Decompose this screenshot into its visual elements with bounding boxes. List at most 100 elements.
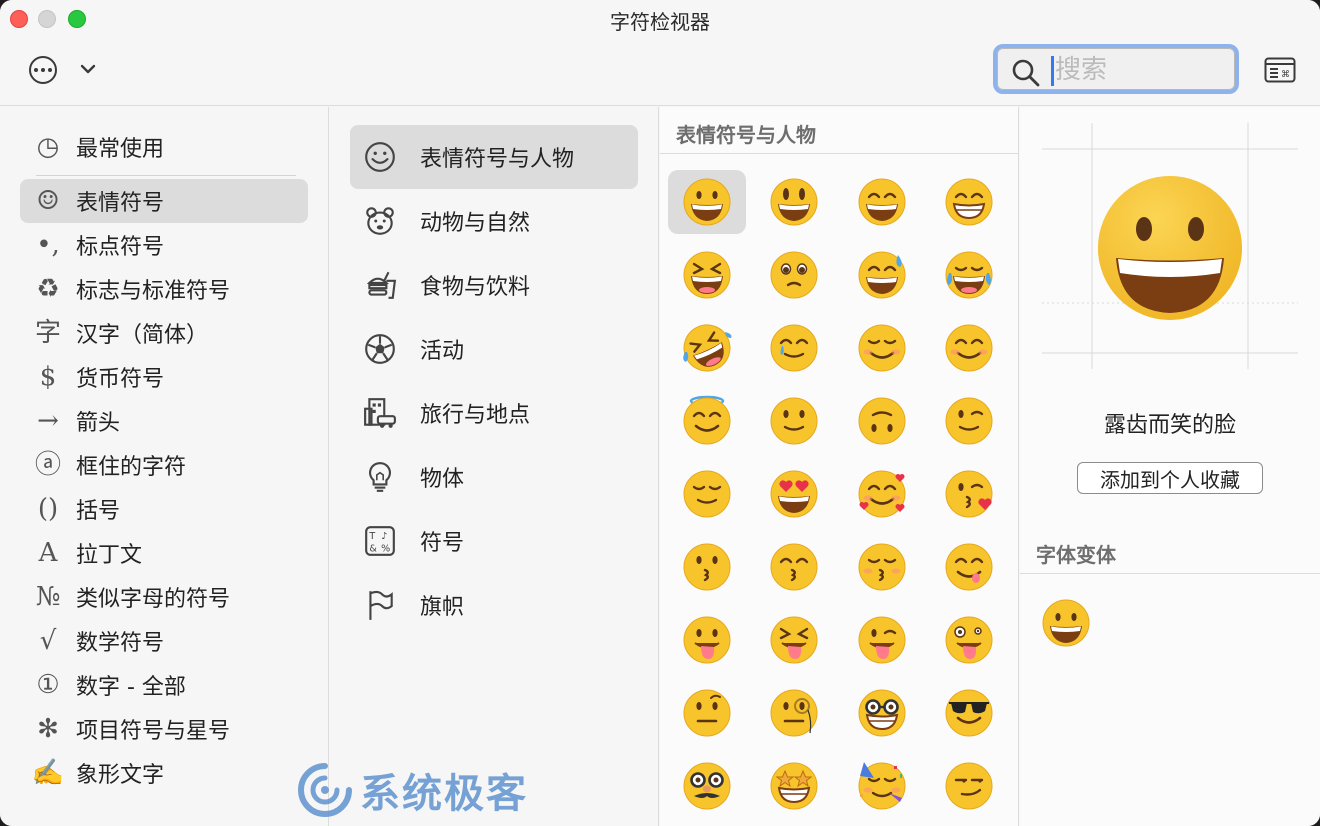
sidebar-item-label: 数学符号 xyxy=(76,631,165,656)
asterisk-icon: ✻ xyxy=(37,714,59,744)
tears-of-joy-face-icon[interactable] xyxy=(930,243,1008,307)
grinning-face-icon[interactable] xyxy=(668,170,746,234)
burger-drink-icon xyxy=(350,268,410,302)
sidebar-item-clock[interactable]: ◷ 最常使用 xyxy=(20,125,308,169)
numero-icon: № xyxy=(35,582,61,612)
building-car-icon xyxy=(350,396,410,430)
sidebar-item-arrow[interactable]: → 箭头 xyxy=(20,399,308,443)
search-icon xyxy=(1012,59,1040,87)
window-title: 字符检视器 xyxy=(610,10,710,34)
slightly-smiling-face-icon[interactable] xyxy=(755,389,833,453)
sidebar-item-recycle[interactable]: ♻ 标志与标准符号 xyxy=(20,267,308,311)
sidebar-item-label: 拉丁文 xyxy=(76,543,143,568)
subcategory-building-car[interactable]: 旅行与地点 xyxy=(350,381,638,445)
smiling-face-smiling-eyes-icon[interactable] xyxy=(930,316,1008,380)
subcategory-soccer-ball[interactable]: 活动 xyxy=(350,317,638,381)
sidebar-item-label: 数字 - 全部 xyxy=(76,675,186,700)
sidebar-item-sqrt[interactable]: √ 数学符号 xyxy=(20,619,308,663)
latin-a-icon: A xyxy=(38,538,58,568)
face-monocle-icon[interactable] xyxy=(755,681,833,745)
recycle-icon: ♻ xyxy=(36,274,60,304)
svg-text:T: T xyxy=(368,531,375,542)
sidebar-item-circled-a[interactable]: ⓐ 框住的字符 xyxy=(20,443,308,487)
kissing-face-icon[interactable] xyxy=(668,535,746,599)
sidebar-item-smiley[interactable]: ☺ 表情符号 xyxy=(20,179,308,223)
add-to-favorites-button[interactable]: 添加到个人收藏 xyxy=(1077,462,1263,494)
face-blowing-kiss-icon[interactable] xyxy=(930,462,1008,526)
subcategory-label: 食物与饮料 xyxy=(420,275,531,300)
winking-face-tongue-icon[interactable] xyxy=(843,608,921,672)
smiling-face-tear-icon[interactable] xyxy=(755,316,833,380)
subcategory-symbols[interactable]: T ♪ &% 符号 xyxy=(350,509,638,573)
smirking-face-icon[interactable] xyxy=(930,754,1008,818)
rolling-laughing-face-icon[interactable] xyxy=(668,316,746,380)
relieved-face-icon[interactable] xyxy=(668,462,746,526)
search-field[interactable] xyxy=(993,44,1239,94)
grinning-face-big-eyes-icon[interactable] xyxy=(755,170,833,234)
sidebar-item-label: 货币符号 xyxy=(76,367,165,392)
zany-face-icon[interactable] xyxy=(930,608,1008,672)
face-with-tongue-icon[interactable] xyxy=(668,608,746,672)
subcategory-label: 动物与自然 xyxy=(420,211,531,236)
face-holding-back-tears-icon[interactable] xyxy=(755,243,833,307)
search-input[interactable] xyxy=(1055,52,1225,88)
pictograph-icon: ✍ xyxy=(31,758,65,788)
subcategory-smiley-face[interactable]: 表情符号与人物 xyxy=(350,125,638,189)
lightbulb-icon xyxy=(350,460,410,494)
watermark-text: 系统极客 xyxy=(360,771,528,817)
sidebar-item-asterisk[interactable]: ✻ 项目符号与星号 xyxy=(20,707,308,751)
chevron-down-icon[interactable] xyxy=(78,58,98,80)
partying-face-icon[interactable] xyxy=(843,754,921,818)
sidebar-item-label: 标志与标准符号 xyxy=(76,279,231,304)
sidebar-item-han[interactable]: 字汉字（简体） xyxy=(20,311,308,355)
grinning-face-large-icon xyxy=(1098,176,1242,320)
smiling-face-blush-icon[interactable] xyxy=(843,316,921,380)
sidebar-item-dollar[interactable]: $ 货币符号 xyxy=(20,355,308,399)
subcategory-label: 物体 xyxy=(420,467,465,492)
ellipsis-circle-icon[interactable] xyxy=(29,56,57,84)
grinning-face-variant-icon[interactable] xyxy=(1040,597,1092,649)
sidebar-item-punctuation[interactable]: •, 标点符号 xyxy=(20,223,308,267)
face-raised-eyebrow-icon[interactable] xyxy=(668,681,746,745)
grinning-face-smiling-eyes-icon[interactable] xyxy=(843,170,921,234)
subcategory-flag[interactable]: 旗帜 xyxy=(350,573,638,637)
sidebar-item-circled-one[interactable]: ① 数字 - 全部 xyxy=(20,663,308,707)
subcategory-label: 活动 xyxy=(420,339,465,364)
smiley-face-icon xyxy=(350,140,410,174)
subcategory-bear[interactable]: 动物与自然 xyxy=(350,189,638,253)
face-savoring-food-icon[interactable] xyxy=(930,535,1008,599)
subcategory-burger-drink[interactable]: 食物与饮料 xyxy=(350,253,638,317)
smiling-face-hearts-icon[interactable] xyxy=(843,462,921,526)
heart-eyes-face-icon[interactable] xyxy=(755,462,833,526)
symbols-icon: T ♪ &% xyxy=(350,524,410,558)
grinning-face-sweat-icon[interactable] xyxy=(843,243,921,307)
svg-text:%: % xyxy=(381,544,390,555)
squinting-face-tongue-icon[interactable] xyxy=(755,608,833,672)
winking-face-icon[interactable] xyxy=(930,389,1008,453)
star-struck-face-icon[interactable] xyxy=(755,754,833,818)
disguised-face-icon[interactable] xyxy=(668,754,746,818)
sidebar-item-label: 汉字（简体） xyxy=(76,323,209,348)
clock-icon: ◷ xyxy=(36,132,60,162)
kissing-face-closed-eyes-icon[interactable] xyxy=(843,535,921,599)
sidebar-item-latin-a[interactable]: A 拉丁文 xyxy=(20,531,308,575)
emoji-preview xyxy=(1042,123,1298,369)
smiling-face-sunglasses-icon[interactable] xyxy=(930,681,1008,745)
sidebar-item-label: 最常使用 xyxy=(76,137,165,162)
sidebar-item-label: 括号 xyxy=(76,499,121,524)
squinting-laughing-face-icon[interactable] xyxy=(668,243,746,307)
sidebar-divider xyxy=(36,175,296,176)
kissing-face-smiling-eyes-icon[interactable] xyxy=(755,535,833,599)
sqrt-icon: √ xyxy=(39,626,57,656)
upside-down-face-icon[interactable] xyxy=(843,389,921,453)
subcategory-lightbulb[interactable]: 物体 xyxy=(350,445,638,509)
smiling-face-halo-icon[interactable] xyxy=(668,389,746,453)
nerd-face-icon[interactable] xyxy=(843,681,921,745)
text-caret xyxy=(1051,56,1054,86)
sidebar-item-numero[interactable]: № 类似字母的符号 xyxy=(20,575,308,619)
variants-divider xyxy=(1020,573,1320,574)
sidebar-item-parentheses[interactable]: () 括号 xyxy=(20,487,308,531)
keyboard-viewer-icon[interactable]: ⌘ xyxy=(1264,57,1296,83)
sidebar-item-pictograph[interactable]: ✍ 象形文字 xyxy=(20,751,308,795)
beaming-face-icon[interactable] xyxy=(930,170,1008,234)
